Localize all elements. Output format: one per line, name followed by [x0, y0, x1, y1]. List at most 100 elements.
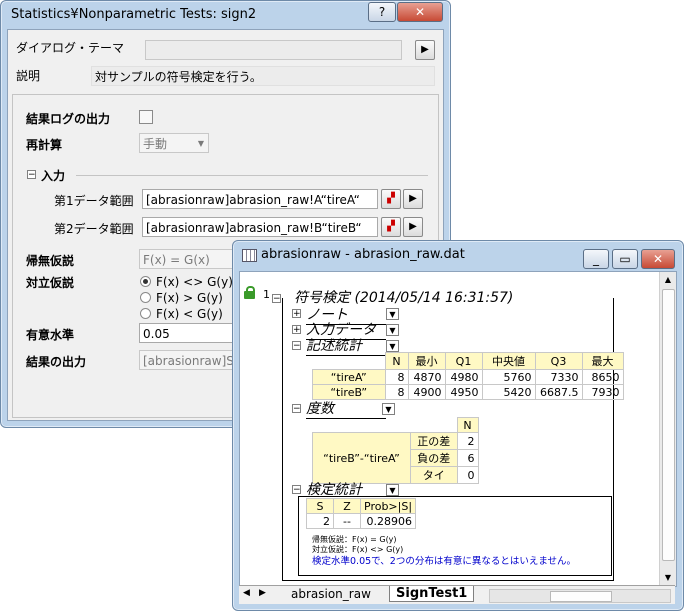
minimize-button[interactable]: _ — [583, 249, 609, 269]
data-cell[interactable]: 0 — [456, 466, 479, 484]
input-section-divider — [76, 175, 428, 176]
desc-stats-header-row: N 最小 Q1 中央値 Q3 最大 — [313, 352, 624, 370]
test-header-cell: Prob>|S| — [359, 498, 417, 514]
alt-option-lt[interactable]: F(x) < G(y) — [156, 307, 223, 321]
data-cell[interactable]: 0.28906 — [359, 513, 417, 529]
data-cell[interactable]: 4950 — [444, 384, 483, 400]
lock-shackle-icon — [246, 286, 255, 293]
data2-range-input[interactable]: [abrasionraw]abrasion_raw!B“tireB“ — [142, 217, 378, 237]
row-header: 負の差 — [410, 449, 458, 467]
hscroll-thumb[interactable] — [550, 591, 612, 602]
data1-select-range-button[interactable]: ▞ — [381, 189, 401, 209]
note-expand-toggle[interactable]: + — [292, 309, 301, 319]
scroll-up-arrow[interactable]: ▲ — [660, 272, 676, 288]
desc-stats-table: N 最小 Q1 中央値 Q3 最大 “tireA” 8 4870 4980 57… — [312, 352, 624, 400]
freq-group-label: “tireB”-“tireA” — [312, 432, 411, 484]
data-cell[interactable]: 4900 — [407, 384, 446, 400]
tab-scroll-left-icon[interactable]: ◀ — [243, 588, 250, 598]
theme-label: ダイアログ・テーマ — [16, 41, 125, 55]
data-cell[interactable]: 7330 — [534, 369, 583, 385]
data2-select-range-button[interactable]: ▞ — [381, 217, 401, 237]
scroll-down-arrow[interactable]: ▼ — [660, 570, 676, 586]
data-cell[interactable]: 5760 — [481, 369, 536, 385]
data-cell[interactable]: 8 — [384, 369, 409, 385]
data1-menu-button[interactable]: ▶ — [403, 189, 423, 209]
alt-radio-ne[interactable] — [140, 276, 151, 287]
tab-abrasion-raw[interactable]: abrasion_raw — [291, 587, 371, 601]
vertical-scrollbar[interactable]: ▲ ▼ — [659, 272, 676, 586]
row-number: 1 — [263, 288, 270, 301]
test-header-row: S Z Prob>|S| — [306, 498, 417, 514]
desc-header-cell: 最大 — [581, 352, 624, 370]
data-cell[interactable]: 6 — [456, 449, 479, 467]
data-cell[interactable]: -- — [333, 513, 361, 529]
freq-corner-cell — [411, 418, 458, 433]
freq-collapse-toggle[interactable]: − — [292, 404, 301, 414]
data-cell[interactable]: 8 — [384, 384, 409, 400]
result-output-field[interactable]: [abrasionraw]Sig — [139, 350, 239, 370]
recalc-select[interactable]: 手動 ▼ — [139, 133, 209, 153]
data2-menu-button[interactable]: ▶ — [403, 217, 423, 237]
result-output-label: 結果の出力 — [26, 355, 87, 369]
data-cell[interactable]: 6687.5 — [534, 384, 583, 400]
row-header: タイ — [410, 466, 458, 484]
dialog-titlebar[interactable]: Statistics¥Nonparametric Tests: sign2 ? … — [1, 1, 450, 27]
restore-button[interactable]: ▭ — [612, 249, 638, 269]
null-hypothesis-label: 帰無仮説 — [26, 254, 75, 268]
worksheet-close-button[interactable]: ✕ — [641, 249, 675, 269]
data-cell[interactable]: 2 — [306, 513, 334, 529]
data-cell[interactable]: 8650 — [581, 369, 624, 385]
alt-option-gt[interactable]: F(x) > G(y) — [156, 291, 223, 305]
tab-signtest1[interactable]: SignTest1 — [389, 586, 475, 602]
recalc-label: 再計算 — [26, 138, 63, 152]
theme-combo[interactable] — [145, 40, 402, 60]
theme-menu-button[interactable]: ▶ — [415, 40, 435, 60]
row-header: “tireA” — [312, 369, 386, 385]
sheet-tab-bar: ◀ ▶ abrasion_raw SignTest1 — [239, 585, 675, 604]
description-text: 対サンプルの符号検定を行う。 — [91, 66, 435, 86]
note-dropdown[interactable]: ▼ — [386, 308, 399, 320]
log-output-checkbox[interactable] — [139, 110, 153, 124]
data-cell[interactable]: 5420 — [481, 384, 536, 400]
row-header: 正の差 — [410, 432, 458, 450]
root-collapse-toggle[interactable]: − — [272, 294, 281, 304]
worksheet-title: abrasionraw - abrasion_raw.dat — [261, 247, 465, 262]
desc-stats-collapse-toggle[interactable]: − — [292, 341, 301, 351]
input-data-dropdown[interactable]: ▼ — [386, 324, 399, 336]
table-row: 2 -- 0.28906 — [306, 513, 417, 529]
desc-header-cell: 中央値 — [481, 352, 536, 370]
alt-option-ne[interactable]: F(x) <> G(y) — [156, 275, 233, 289]
data1-range-input[interactable]: [abrasionraw]abrasion_raw!A“tireA“ — [142, 189, 378, 209]
report-sheet: 1 − 符号検定 (2014/05/14 16:31:57) + ノート ▼ +… — [239, 271, 677, 587]
description-label: 説明 — [16, 69, 41, 83]
data-cell[interactable]: 7930 — [581, 384, 624, 400]
test-stats-table: S Z Prob>|S| 2 -- 0.28906 — [306, 498, 417, 529]
data-cell[interactable]: 4870 — [407, 369, 446, 385]
worksheet-grid-icon — [242, 249, 257, 262]
close-button[interactable]: ✕ — [397, 2, 443, 22]
test-stats-collapse-toggle[interactable]: − — [292, 485, 301, 495]
significance-label: 有意水準 — [26, 328, 75, 342]
alt-hypothesis-label: 対立仮説 — [26, 276, 75, 290]
alt-radio-gt[interactable] — [140, 292, 151, 303]
freq-dropdown[interactable]: ▼ — [382, 403, 395, 415]
dialog-title: Statistics¥Nonparametric Tests: sign2 — [11, 7, 257, 22]
data2-label: 第2データ範囲 — [54, 222, 134, 236]
table-row: “tireA” 8 4870 4980 5760 7330 8650 — [312, 369, 624, 385]
help-button[interactable]: ? — [368, 2, 396, 22]
worksheet-titlebar[interactable]: abrasionraw - abrasion_raw.dat _ ▭ ✕ — [233, 241, 683, 269]
tab-scroll-right-icon[interactable]: ▶ — [259, 588, 266, 598]
desc-stats-dropdown[interactable]: ▼ — [386, 340, 399, 352]
alt-radio-lt[interactable] — [140, 308, 151, 319]
input-collapse-toggle[interactable]: − — [27, 170, 36, 180]
scroll-thumb[interactable] — [662, 289, 675, 561]
input-data-expand-toggle[interactable]: + — [292, 325, 301, 335]
significance-input[interactable]: 0.05 — [139, 323, 239, 343]
freq-header-cell: N — [456, 417, 479, 433]
recalc-value: 手動 — [143, 137, 168, 151]
horizontal-scrollbar[interactable] — [489, 589, 671, 603]
conclusion-text: 検定水準0.05で、2つの分布は有意に異なるとはいえません。 — [312, 556, 577, 567]
test-stats-dropdown[interactable]: ▼ — [386, 484, 399, 496]
data-cell[interactable]: 2 — [456, 432, 479, 450]
data-cell[interactable]: 4980 — [444, 369, 483, 385]
